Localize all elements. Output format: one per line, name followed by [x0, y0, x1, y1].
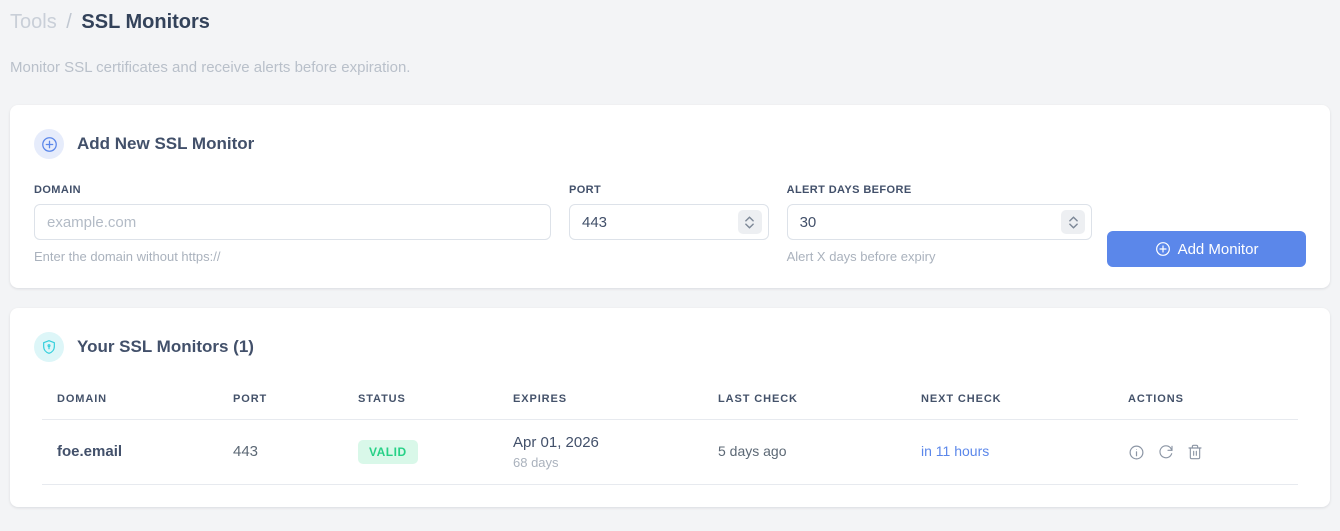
chevron-down-icon	[745, 222, 754, 229]
alert-days-label: ALERT DAYS BEFORE	[786, 184, 912, 196]
domain-helper-text: Enter the domain without https://	[34, 249, 221, 264]
add-monitor-title: Add New SSL Monitor	[77, 134, 255, 153]
header-domain: DOMAIN	[42, 385, 218, 420]
header-last-check: LAST CHECK	[703, 385, 906, 420]
alert-days-input[interactable]	[786, 204, 1092, 240]
breadcrumb: Tools / SSL Monitors	[10, 8, 1330, 36]
add-monitor-card: Add New SSL Monitor DOMAIN Enter the dom…	[10, 105, 1330, 288]
add-monitor-button[interactable]: Add Monitor	[1107, 231, 1306, 267]
chevron-up-icon	[1068, 215, 1078, 222]
refresh-button[interactable]	[1158, 444, 1174, 460]
add-monitor-form: DOMAIN Enter the domain without https://…	[34, 184, 1306, 267]
monitors-list-header: Your SSL Monitors (1)	[34, 332, 1306, 362]
header-actions: ACTIONS	[1113, 385, 1298, 420]
monitor-expires-date: Apr 01, 2026	[513, 434, 599, 451]
chevron-down-icon	[1068, 222, 1078, 229]
domain-input[interactable]	[34, 204, 551, 240]
monitors-table-wrap: DOMAIN PORT STATUS EXPIRES LAST CHECK NE…	[42, 385, 1298, 485]
ssl-monitors-page: Tools / SSL Monitors Monitor SSL certifi…	[0, 0, 1340, 507]
port-field-group: PORT	[568, 184, 769, 264]
delete-button[interactable]	[1187, 444, 1203, 460]
add-monitor-card-header: Add New SSL Monitor	[34, 129, 1306, 159]
monitor-domain: foe.email	[57, 443, 123, 460]
domain-field-group: DOMAIN Enter the domain without https://	[34, 184, 551, 264]
add-monitor-button-label: Add Monitor	[1177, 240, 1259, 258]
table-header-row: DOMAIN PORT STATUS EXPIRES LAST CHECK NE…	[42, 385, 1298, 420]
header-next-check: NEXT CHECK	[906, 385, 1113, 420]
plus-circle-icon	[34, 129, 64, 159]
monitor-last-check: 5 days ago	[718, 443, 787, 459]
alert-days-helper-text: Alert X days before expiry	[786, 249, 936, 264]
monitors-table: DOMAIN PORT STATUS EXPIRES LAST CHECK NE…	[42, 385, 1298, 485]
alert-days-field-group: ALERT DAYS BEFORE Alert X days before ex…	[786, 184, 1092, 264]
domain-label: DOMAIN	[34, 184, 82, 196]
refresh-icon	[1159, 445, 1173, 459]
row-actions	[1128, 444, 1283, 461]
plus-circle-icon	[1155, 242, 1170, 256]
shield-icon	[34, 332, 64, 362]
status-badge: VALID	[358, 440, 418, 464]
breadcrumb-tools-link[interactable]: Tools	[10, 11, 57, 33]
monitor-expires-remaining: 68 days	[513, 455, 559, 470]
port-stepper[interactable]	[737, 210, 762, 234]
monitor-port: 443	[233, 443, 259, 460]
info-button[interactable]	[1128, 444, 1145, 461]
info-icon	[1129, 445, 1144, 459]
port-label: PORT	[568, 184, 602, 196]
chevron-up-icon	[745, 215, 754, 222]
page-subtitle: Monitor SSL certificates and receive ale…	[10, 59, 411, 76]
header-expires: EXPIRES	[498, 385, 703, 420]
page-title: SSL Monitors	[81, 11, 210, 33]
breadcrumb-separator: /	[66, 11, 72, 33]
table-row: foe.email 443 VALID Apr 01, 2026 68 days…	[42, 419, 1298, 485]
monitor-next-check: in 11 hours	[921, 443, 990, 459]
header-port: PORT	[218, 385, 343, 420]
trash-icon	[1188, 444, 1202, 460]
monitors-list-card: Your SSL Monitors (1) DOMAIN PORT STATUS…	[10, 308, 1330, 507]
monitors-list-title: Your SSL Monitors (1)	[77, 337, 254, 356]
header-status: STATUS	[343, 385, 498, 420]
alert-days-stepper[interactable]	[1061, 210, 1085, 234]
